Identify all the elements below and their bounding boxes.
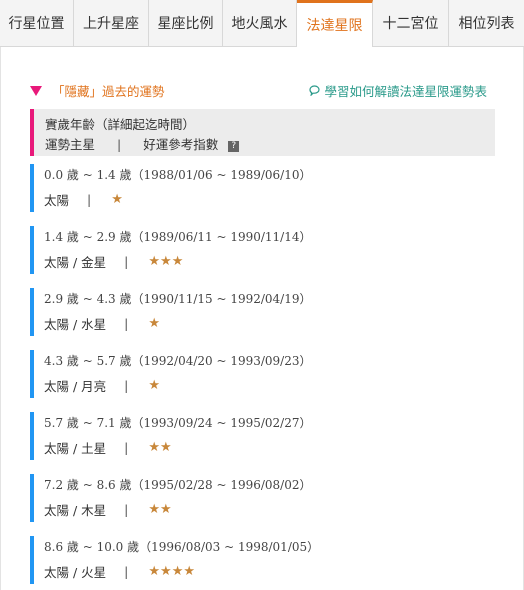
period-planets: 太陽 / 水星	[44, 317, 107, 332]
period-age: 4.3 歲 ~ 5.7 歲（1992/04/20 ~ 1993/09/23）	[44, 354, 312, 368]
period-age: 8.6 歲 ~ 10.0 歲（1996/08/03 ~ 1998/01/05）	[44, 540, 320, 554]
tab-aspects[interactable]: 相位列表	[449, 0, 524, 46]
separator: |	[117, 137, 122, 152]
tab-elements[interactable]: 地火風水	[223, 0, 297, 46]
help-link[interactable]: 學習如何解讀法達星限運勢表	[309, 81, 487, 100]
tab-ascendant[interactable]: 上升星座	[74, 0, 149, 46]
period-row: 5.7 歲 ~ 7.1 歲（1993/09/24 ~ 1995/02/27） 太…	[30, 412, 495, 460]
header-columns: 運勢主星 | 好運參考指數 ?	[45, 135, 495, 155]
period-row: 1.4 歲 ~ 2.9 歲（1989/06/11 ~ 1990/11/14） 太…	[30, 226, 495, 274]
period-planets-line: 太陽 / 月亮 | ★	[44, 376, 160, 395]
period-row: 2.9 歲 ~ 4.3 歲（1990/11/15 ~ 1992/04/19） 太…	[30, 288, 495, 336]
help-icon[interactable]: ?	[228, 141, 240, 152]
tab-bar: 行星位置 上升星座 星座比例 地火風水 法達星限 十二宮位 相位列表	[0, 0, 524, 47]
header-planet-label: 運勢主星	[45, 137, 96, 152]
section-title-text: 「隱藏」過去的運勢	[52, 84, 165, 99]
period-row: 0.0 歲 ~ 1.4 歲（1988/01/06 ~ 1989/06/10） 太…	[30, 164, 495, 212]
help-link-text[interactable]: 學習如何解讀法達星限運勢表	[324, 81, 487, 100]
period-age: 7.2 歲 ~ 8.6 歲（1995/02/28 ~ 1996/08/02）	[44, 478, 312, 492]
header-age-label: 實歲年齡（詳細起迄時間）	[45, 117, 196, 132]
firdaria-panel: 「隱藏」過去的運勢 學習如何解讀法達星限運勢表 實歲年齡（詳細起迄時間） 運勢主…	[0, 47, 524, 590]
rating-stars: ★	[111, 192, 123, 207]
period-row: 7.2 歲 ~ 8.6 歲（1995/02/28 ~ 1996/08/02） 太…	[30, 474, 495, 522]
period-age: 2.9 歲 ~ 4.3 歲（1990/11/15 ~ 1992/04/19）	[44, 292, 312, 306]
rating-stars: ★★★	[148, 254, 184, 269]
period-planets-line: 太陽 / 水星 | ★	[44, 314, 160, 333]
period-planets-line: 太陽 / 土星 | ★★	[44, 438, 172, 457]
period-planets: 太陽 / 木星	[44, 503, 107, 518]
period-planets-line: 太陽 / 金星 | ★★★	[44, 252, 183, 271]
separator: |	[124, 440, 129, 455]
rating-stars: ★★★★	[148, 564, 196, 579]
period-planets-line: 太陽 | ★	[44, 190, 123, 209]
separator: |	[124, 564, 129, 579]
period-planets: 太陽 / 火星	[44, 565, 107, 580]
rating-stars: ★★	[148, 440, 172, 455]
tab-planet-positions[interactable]: 行星位置	[0, 0, 74, 46]
period-planets: 太陽	[44, 193, 70, 208]
speech-bubble-icon	[309, 85, 321, 96]
separator: |	[124, 316, 129, 331]
period-planets: 太陽 / 月亮	[44, 379, 107, 394]
rating-stars: ★	[148, 316, 161, 331]
section-title: 「隱藏」過去的運勢	[30, 81, 165, 100]
period-planets-line: 太陽 / 木星 | ★★	[44, 500, 172, 519]
period-row: 4.3 歲 ~ 5.7 歲（1992/04/20 ~ 1993/09/23） 太…	[30, 350, 495, 398]
rating-stars: ★	[148, 378, 161, 393]
triangle-down-icon	[30, 85, 42, 96]
period-planets: 太陽 / 金星	[44, 255, 107, 270]
separator: |	[124, 254, 129, 269]
period-age: 0.0 歲 ~ 1.4 歲（1988/01/06 ~ 1989/06/10）	[44, 168, 312, 182]
header-index-label: 好運參考指數	[143, 137, 219, 152]
period-age: 5.7 歲 ~ 7.1 歲（1993/09/24 ~ 1995/02/27）	[44, 416, 312, 430]
tab-houses[interactable]: 十二宮位	[373, 0, 449, 46]
period-planets-line: 太陽 / 火星 | ★★★★	[44, 562, 195, 581]
separator: |	[87, 192, 92, 207]
rating-stars: ★★	[148, 502, 172, 517]
separator: |	[124, 378, 129, 393]
period-row: 8.6 歲 ~ 10.0 歲（1996/08/03 ~ 1998/01/05） …	[30, 536, 495, 584]
tab-sign-ratio[interactable]: 星座比例	[149, 0, 223, 46]
table-header: 實歲年齡（詳細起迄時間） 運勢主星 | 好運參考指數 ?	[30, 109, 495, 156]
tab-firdaria[interactable]: 法達星限	[297, 0, 373, 47]
period-planets: 太陽 / 土星	[44, 441, 107, 456]
period-age: 1.4 歲 ~ 2.9 歲（1989/06/11 ~ 1990/11/14）	[44, 230, 312, 244]
separator: |	[124, 502, 129, 517]
